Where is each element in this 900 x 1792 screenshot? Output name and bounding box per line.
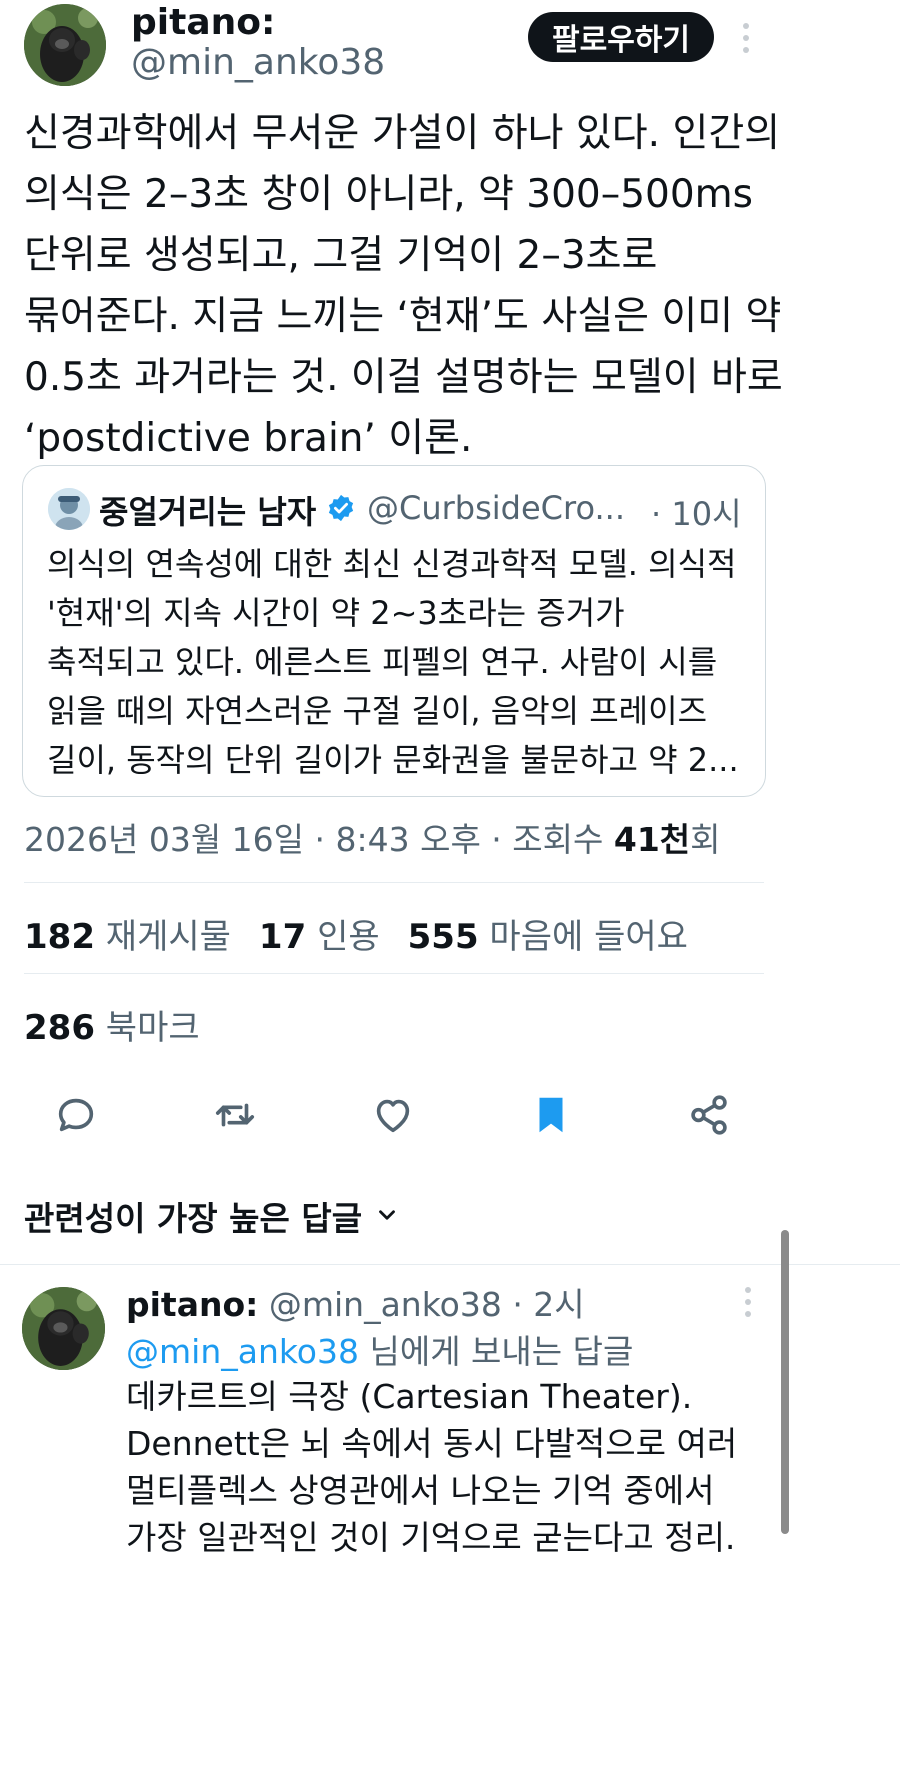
divider — [24, 973, 764, 974]
replies-sort-label: 관련성이 가장 높은 답글 — [24, 1199, 363, 1238]
quoted-post-card[interactable]: 중얼거리는 남자 @CurbsideCro... · 10시 의식의 연속성에 … — [22, 465, 766, 797]
follow-button[interactable]: 팔로우하기 — [528, 12, 714, 62]
chevron-down-icon — [374, 1197, 400, 1236]
author-handle[interactable]: @min_anko38 — [131, 42, 385, 83]
post-timestamp[interactable]: 2026년 03월 16일 · 8:43 오후 · 조회수 — [24, 820, 614, 859]
reply-author-avatar[interactable] — [22, 1287, 105, 1370]
quote-author-avatar — [48, 488, 90, 530]
divider — [24, 882, 764, 883]
repost-icon[interactable] — [212, 1092, 258, 1138]
views-suffix: 회 — [690, 820, 721, 859]
bookmarks-stat[interactable]: 286 북마크 — [24, 1000, 200, 1049]
share-icon[interactable] — [686, 1092, 732, 1138]
divider — [0, 1264, 900, 1265]
quotes-stat[interactable]: 17 인용 — [259, 909, 380, 958]
verified-badge-icon — [326, 493, 356, 523]
replying-to: @min_anko38 님에게 보내는 답글 — [126, 1325, 633, 1373]
quote-time: · 10시 — [651, 495, 742, 533]
reply-author-handle[interactable]: @min_anko38 — [269, 1285, 502, 1324]
scrollbar[interactable] — [781, 1230, 789, 1534]
likes-stat[interactable]: 555 마음에 들어요 — [408, 909, 688, 958]
reposts-stat[interactable]: 182 재게시물 — [24, 909, 231, 958]
gorilla-avatar-image — [22, 1287, 105, 1370]
quote-text: 의식의 연속성에 대한 최신 신경과학적 모델. 의식적 '현재'의 지속 시간… — [47, 545, 739, 779]
post-meta: 2026년 03월 16일 · 8:43 오후 · 조회수 41천회 — [24, 813, 721, 861]
replying-to-suffix: 님에게 보내는 답글 — [358, 1332, 634, 1371]
gorilla-avatar-image — [24, 4, 106, 86]
views-count: 41천 — [613, 820, 691, 859]
author-name[interactable]: pitano: — [131, 2, 275, 43]
reply-header: pitano: @min_anko38 · 2시 — [126, 1278, 585, 1326]
like-icon[interactable] — [370, 1092, 416, 1138]
reply-icon[interactable] — [53, 1092, 99, 1138]
person-cap-avatar-image — [48, 488, 90, 530]
reply-author-name[interactable]: pitano: — [126, 1285, 258, 1324]
replies-sort-dropdown[interactable]: 관련성이 가장 높은 답글 — [24, 1192, 400, 1240]
reply-time: · 2시 — [512, 1285, 585, 1324]
quote-author-handle: @CurbsideCro... — [367, 489, 625, 527]
post-stats-row: 182 재게시물 17 인용 555 마음에 들어요 — [24, 909, 688, 958]
bookmark-icon[interactable] — [528, 1092, 574, 1138]
author-avatar[interactable] — [24, 4, 106, 86]
more-options-icon[interactable] — [734, 20, 758, 56]
reply-text: 데카르트의 극장 (Cartesian Theater). Dennett은 뇌… — [126, 1377, 738, 1557]
replying-to-mention[interactable]: @min_anko38 — [126, 1332, 359, 1371]
quote-author-name: 중얼거리는 남자 — [99, 493, 317, 531]
reply-more-options-icon[interactable] — [736, 1284, 760, 1320]
post-text: 신경과학에서 무서운 가설이 하나 있다. 인간의 의식은 2–3초 창이 아니… — [24, 111, 783, 461]
